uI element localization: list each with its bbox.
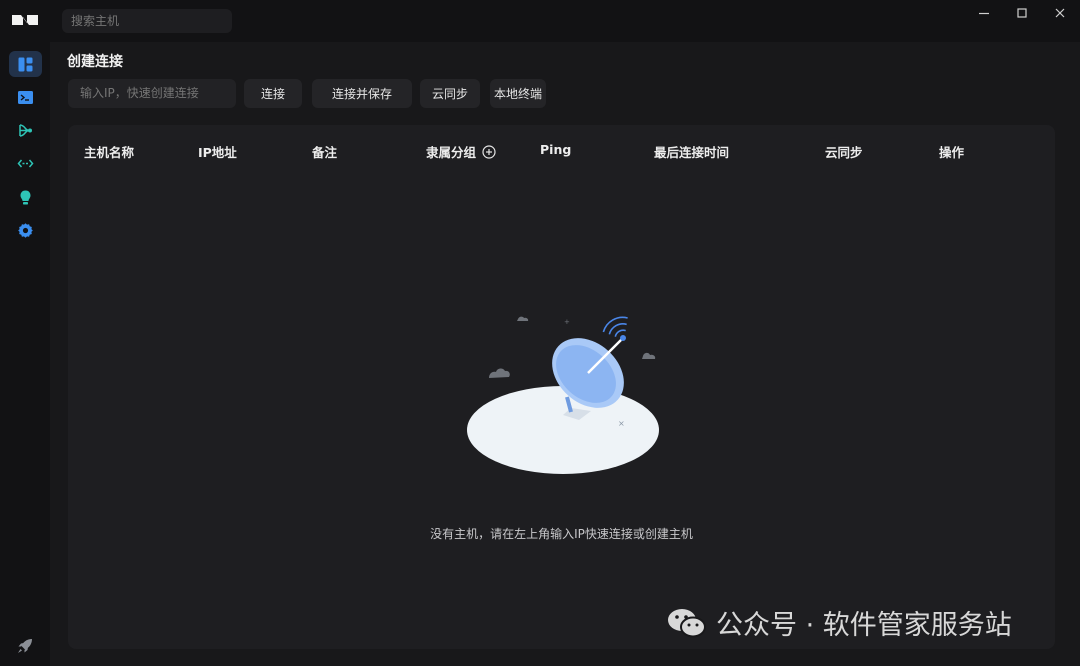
column-header-ping[interactable]: Ping [540, 142, 571, 157]
terminal-icon [18, 90, 33, 104]
maximize-button[interactable] [1007, 4, 1037, 22]
column-header-group-label: 隶属分组 [426, 145, 477, 160]
sidebar-item-dashboard[interactable] [9, 51, 42, 77]
search-input[interactable] [62, 9, 232, 33]
empty-state-illustration-icon: + × [467, 316, 659, 474]
add-group-icon[interactable] [482, 144, 496, 159]
lightbulb-icon [20, 190, 31, 204]
watermark-text: 公众号 · 软件管家服务站 [716, 610, 1012, 641]
column-header-cloud-sync[interactable]: 云同步 [825, 142, 863, 161]
column-header-actions: 操作 [939, 145, 965, 160]
minimize-button[interactable] [969, 4, 999, 22]
column-header-host-name[interactable]: 主机名称 [84, 142, 134, 161]
column-header-last-connected[interactable]: 最后连接时间 [654, 142, 729, 161]
sidebar-item-terminal[interactable] [9, 84, 42, 110]
maximize-icon [1017, 8, 1027, 18]
sidebar-item-topology[interactable] [9, 117, 42, 143]
sidebar-item-settings[interactable] [9, 217, 42, 243]
wechat-icon [668, 608, 706, 637]
sidebar [0, 42, 50, 666]
connect-button[interactable]: 连接 [244, 79, 302, 108]
app-logo-icon [12, 15, 38, 25]
svg-text:+: + [564, 318, 570, 326]
svg-text:×: × [618, 419, 625, 428]
host-table: 主机名称 IP地址 备注 隶属分组 Ping 最后连接时间 云同步 操作 + ×… [68, 125, 1055, 649]
ip-input[interactable] [68, 79, 236, 108]
column-header-ip[interactable]: IP地址 [198, 142, 237, 161]
main-content: 创建连接 连接 连接并保存 云同步 本地终端 主机名称 IP地址 备注 隶属分组… [50, 42, 1080, 666]
sidebar-item-port-forward[interactable] [9, 150, 42, 176]
sidebar-item-tips[interactable] [9, 184, 42, 210]
column-header-group: 隶属分组 [426, 142, 496, 161]
watermark: 公众号 · 软件管家服务站 [666, 603, 1012, 642]
page-title: 创建连接 [67, 54, 123, 70]
title-bar [0, 0, 1080, 42]
gear-icon [18, 222, 33, 238]
topology-icon [19, 123, 32, 137]
column-header-note[interactable]: 备注 [312, 142, 337, 161]
cloud-sync-button[interactable]: 云同步 [420, 79, 480, 108]
close-button[interactable] [1045, 4, 1075, 22]
dashboard-icon [18, 57, 33, 71]
connect-save-button[interactable]: 连接并保存 [312, 79, 412, 108]
close-icon [1055, 8, 1065, 18]
rocket-icon[interactable] [16, 637, 34, 655]
minimize-icon [979, 12, 989, 15]
port-forward-icon [17, 159, 34, 167]
empty-state-message: 没有主机，请在左上角输入IP快速连接或创建主机 [430, 527, 693, 541]
local-terminal-button[interactable]: 本地终端 [490, 79, 546, 108]
